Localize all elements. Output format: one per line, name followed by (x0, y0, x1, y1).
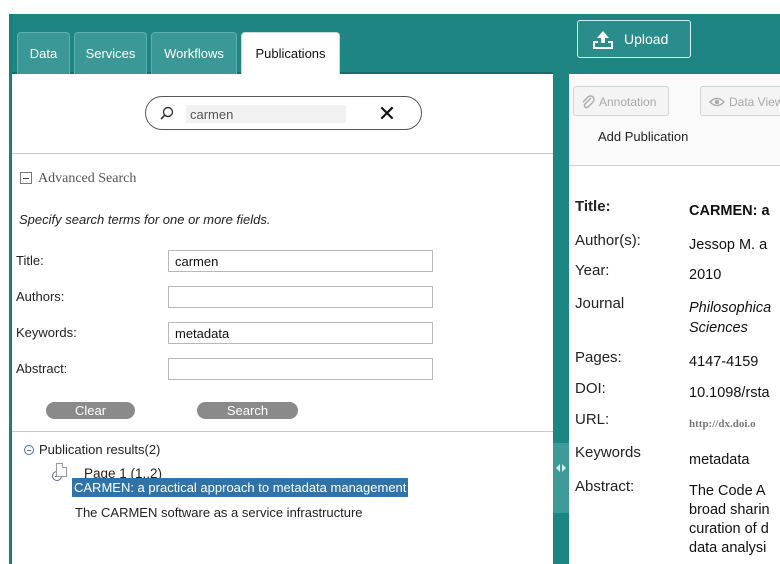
results-root[interactable]: Publication results(2) (39, 442, 160, 457)
eye-icon (709, 97, 725, 107)
abstract-label: Abstract: (16, 361, 68, 376)
detail-value-abstract: The Code A (689, 483, 766, 499)
publication-details: Title: CARMEN: a Author(s): Jessop M. a … (569, 166, 780, 564)
keywords-field[interactable] (168, 322, 433, 344)
detail-label-pages: Pages: (575, 349, 622, 366)
detail-label-keywords: Keywords (575, 444, 641, 461)
tab-services[interactable]: Services (74, 32, 147, 74)
divider (12, 431, 553, 432)
authors-label: Authors: (16, 289, 65, 304)
add-publication-link[interactable]: Add Publication (598, 129, 688, 144)
abstract-field[interactable] (168, 358, 433, 380)
detail-value-pages: 4147-4159 (689, 354, 759, 370)
tab-data[interactable]: Data (17, 32, 70, 74)
title-label: Title: (16, 253, 44, 268)
tab-workflows[interactable]: Workflows (151, 32, 237, 74)
clear-button[interactable]: Clear (46, 402, 135, 419)
detail-label-journal: Journal (575, 295, 625, 312)
detail-label-authors: Author(s): (575, 232, 641, 249)
keywords-label: Keywords: (16, 325, 77, 340)
clear-search-icon[interactable]: ✕ (374, 101, 400, 127)
tab-label: Services (85, 46, 136, 61)
detail-value-abstract-line: data analysi (689, 540, 767, 556)
tab-label: Workflows (164, 46, 224, 61)
detail-value-journal-line2: Sciences (689, 320, 748, 336)
collapse-results-icon[interactable] (24, 445, 34, 455)
advanced-search-title[interactable]: Advanced Search (38, 171, 136, 187)
authors-field[interactable] (168, 286, 433, 308)
detail-label-doi: DOI: (575, 380, 606, 397)
splitter-handle[interactable] (553, 443, 569, 513)
upload-label: Upload (624, 31, 669, 47)
detail-value-authors: Jessop M. a (689, 237, 768, 253)
detail-value-keywords: metadata (689, 452, 750, 468)
data-view-button[interactable]: Data View (700, 86, 780, 116)
detail-value-abstract-line: broad sharin (689, 502, 770, 518)
collapse-advanced-icon[interactable] (20, 172, 32, 184)
result-item-selected[interactable]: CARMEN: a practical approach to metadata… (72, 478, 409, 497)
detail-label-url: URL: (575, 411, 610, 428)
window-top-strip (0, 0, 780, 14)
search-input[interactable] (186, 105, 346, 123)
detail-value-journal: Philosophica (689, 300, 772, 316)
search-icon (160, 106, 174, 120)
page-icon (56, 463, 67, 477)
data-view-label: Data View (729, 95, 780, 109)
detail-value-abstract-line: curation of d (689, 521, 769, 537)
advanced-search-hint: Specify search terms for one or more fie… (19, 212, 271, 227)
collapse-arrows-icon[interactable] (555, 463, 567, 473)
tab-publications[interactable]: Publications (241, 32, 340, 74)
detail-value-doi: 10.1098/rsta (689, 385, 770, 401)
tab-label: Publications (255, 46, 326, 61)
tab-label: Data (29, 46, 58, 61)
paperclip-icon (582, 95, 595, 109)
result-item[interactable]: The CARMEN software as a service infrast… (75, 505, 363, 520)
detail-label-year: Year: (575, 262, 610, 279)
divider (12, 153, 553, 154)
detail-label-title: Title: (575, 198, 611, 215)
title-field[interactable] (168, 250, 433, 272)
annotation-button[interactable]: Annotation (573, 86, 669, 116)
search-button[interactable]: Search (197, 402, 298, 419)
annotation-label: Annotation (599, 95, 657, 109)
detail-label-abstract: Abstract: (575, 478, 635, 495)
tab-bar: Data Services Workflows Publications (12, 14, 553, 74)
detail-value-year: 2010 (689, 267, 722, 283)
upload-icon (593, 31, 613, 49)
search-box: ✕ (145, 96, 422, 130)
detail-value-url[interactable]: http://dx.doi.o (689, 418, 756, 430)
detail-value-title: CARMEN: a (689, 203, 770, 219)
upload-button[interactable]: Upload (577, 20, 691, 58)
